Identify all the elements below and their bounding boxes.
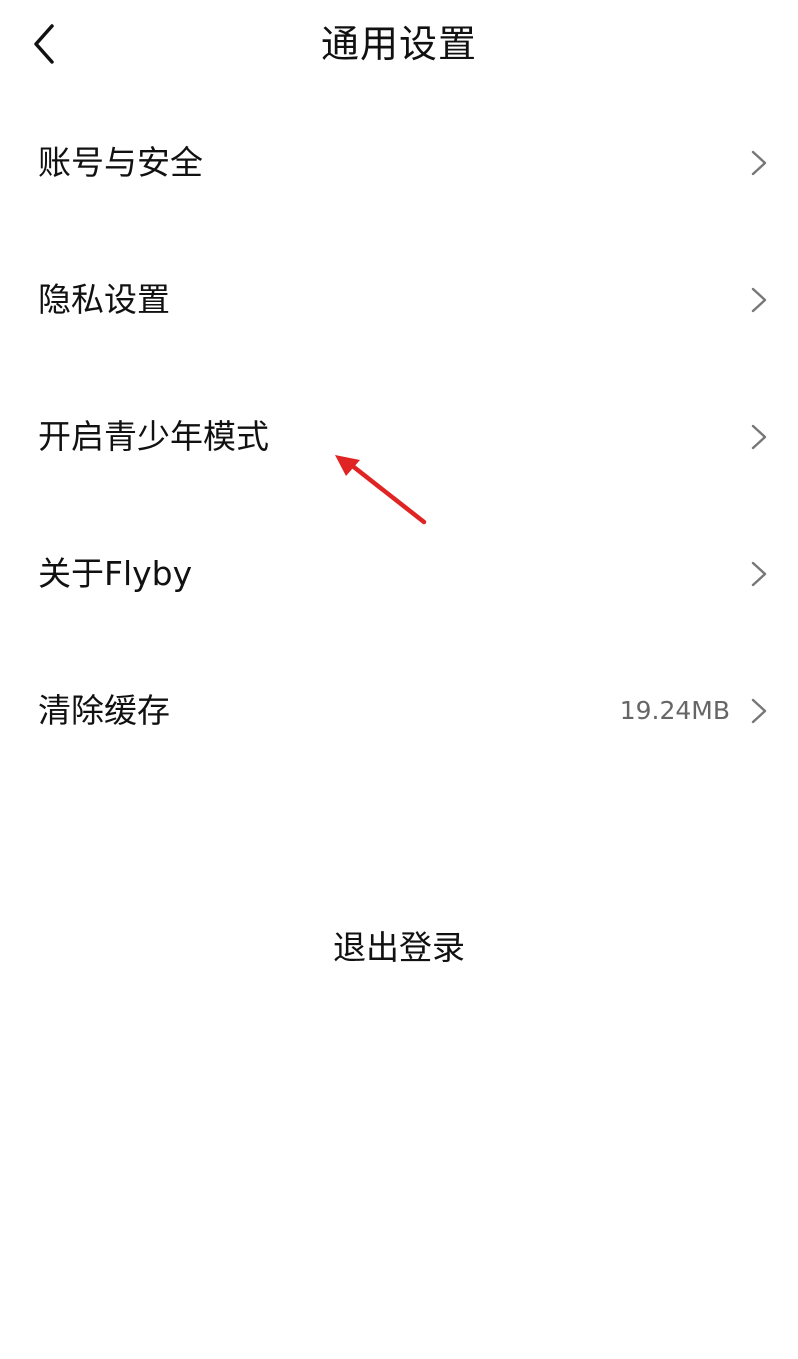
top-bar: 通用设置 <box>0 0 798 88</box>
menu-item-privacy-settings[interactable]: 隐私设置 <box>0 231 798 368</box>
chevron-right-icon <box>748 423 770 451</box>
page-title: 通用设置 <box>320 22 477 66</box>
menu-item-label: 清除缓存 <box>38 690 170 730</box>
logout-button[interactable]: 退出登录 <box>0 920 798 976</box>
menu-item-account-security[interactable]: 账号与安全 <box>0 94 798 231</box>
settings-list: 账号与安全 隐私设置 开启青少年模式 关于Flyby 清除缓存 19.24MB <box>0 94 798 779</box>
menu-item-label: 账号与安全 <box>38 142 203 182</box>
chevron-right-icon <box>748 286 770 314</box>
chevron-right-icon <box>748 149 770 177</box>
menu-item-teen-mode[interactable]: 开启青少年模式 <box>0 368 798 505</box>
menu-item-label: 开启青少年模式 <box>38 416 269 456</box>
chevron-right-icon <box>748 560 770 588</box>
menu-item-about[interactable]: 关于Flyby <box>0 505 798 642</box>
chevron-right-icon <box>748 697 770 725</box>
cache-size-value: 19.24MB <box>619 696 730 725</box>
menu-item-label: 隐私设置 <box>38 279 170 319</box>
menu-item-label: 关于Flyby <box>38 553 193 593</box>
menu-item-clear-cache[interactable]: 清除缓存 19.24MB <box>0 642 798 779</box>
